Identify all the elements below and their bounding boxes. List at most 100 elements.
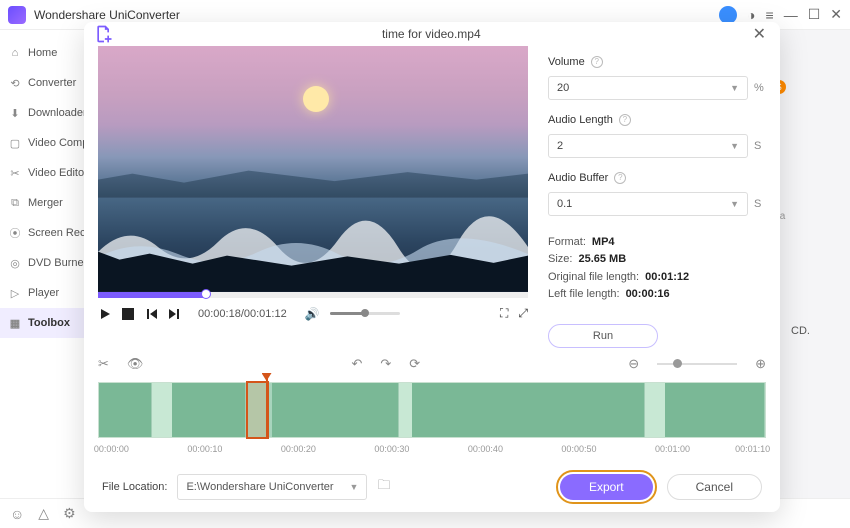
ruler-tick: 00:00:50: [561, 444, 596, 454]
sidebar-label: DVD Burner: [28, 257, 87, 269]
play-icon: ▷: [8, 287, 22, 300]
feedback-icon[interactable]: ☺: [10, 506, 24, 522]
size-label: Size:: [548, 253, 572, 265]
ruler-tick: 00:00:00: [94, 444, 129, 454]
modal-footer: File Location: E:\Wondershare UniConvert…: [98, 458, 766, 512]
volume-value: 20: [557, 82, 569, 94]
convert-icon: ⟲: [8, 77, 22, 90]
modal-header: time for video.mp4 ✕: [84, 22, 780, 46]
prev-frame-icon[interactable]: [144, 307, 158, 321]
audio-length-select[interactable]: 2▼: [548, 134, 748, 158]
headset-icon[interactable]: ◑: [747, 7, 755, 23]
open-folder-icon[interactable]: 🗀: [377, 476, 390, 498]
video-preview[interactable]: [98, 46, 528, 292]
minimize-icon[interactable]: —: [784, 7, 798, 23]
notification-icon[interactable]: △: [38, 505, 49, 522]
chevron-down-icon: ▼: [730, 141, 739, 151]
menu-icon[interactable]: ≡: [766, 7, 774, 23]
orig-len-label: Original file length:: [548, 271, 639, 283]
chevron-down-icon: ▼: [730, 199, 739, 209]
sidebar-label: Player: [28, 287, 59, 299]
refresh-icon[interactable]: ⟳: [409, 356, 420, 372]
ruler-tick: 00:00:10: [187, 444, 222, 454]
file-location-label: File Location:: [102, 481, 167, 493]
grid-icon: ▦: [8, 317, 22, 330]
file-location-select[interactable]: E:\Wondershare UniConverter ▼: [177, 474, 367, 500]
sidebar-label: Video Editor: [28, 167, 88, 179]
zoom-in-icon[interactable]: ⊕: [755, 356, 766, 372]
editor-modal: time for video.mp4 ✕: [84, 22, 780, 512]
fullscreen-icon[interactable]: ⤢: [518, 306, 528, 321]
help-icon[interactable]: ?: [619, 114, 631, 126]
zoom-slider[interactable]: [657, 363, 737, 365]
bg-cd-label: CD.: [791, 325, 810, 337]
sidebar-label: Downloader: [28, 107, 87, 119]
preview-artwork: [303, 86, 329, 112]
file-location-value: E:\Wondershare UniConverter: [186, 481, 333, 493]
ruler-tick: 00:00:20: [281, 444, 316, 454]
preview-artwork: [98, 168, 528, 198]
maximize-icon[interactable]: ☐: [808, 6, 821, 23]
app-title: Wondershare UniConverter: [34, 8, 709, 22]
audio-length-value: 2: [557, 140, 563, 152]
user-avatar-icon[interactable]: [719, 6, 737, 24]
ruler-tick: 00:01:00: [655, 444, 690, 454]
sidebar-label: Converter: [28, 77, 76, 89]
zoom-out-icon[interactable]: ⊖: [628, 356, 639, 372]
scissors-icon: ✂: [8, 167, 22, 180]
play-button-icon[interactable]: [98, 307, 112, 321]
help-icon[interactable]: ?: [591, 56, 603, 68]
home-icon: ⌂: [8, 47, 22, 59]
sidebar-label: Home: [28, 47, 57, 59]
cut-icon[interactable]: ✂: [98, 356, 109, 372]
ruler-tick: 00:00:30: [374, 444, 409, 454]
audio-buffer-value: 0.1: [557, 198, 572, 210]
volume-icon[interactable]: 🔊: [305, 307, 320, 321]
audio-buffer-select[interactable]: 0.1 ▼: [548, 192, 748, 216]
timeline-ruler: 00:00:00 00:00:10 00:00:20 00:00:30 00:0…: [98, 444, 766, 458]
size-value: 25.65 MB: [578, 253, 626, 265]
snapshot-icon[interactable]: ⛶: [500, 306, 508, 321]
compress-icon: ▢: [8, 137, 22, 150]
export-highlight: Export: [556, 470, 657, 504]
time-display: 00:00:18/00:01:12: [198, 308, 287, 320]
chevron-down-icon: ▼: [730, 83, 739, 93]
volume-label: Volume: [548, 56, 585, 68]
volume-slider[interactable]: [330, 312, 400, 315]
settings-gear-icon[interactable]: ⚙: [63, 505, 76, 522]
timeline-playhead[interactable]: [266, 377, 268, 437]
preview-column: 00:00:18/00:01:12 🔊 ⛶ ⤢: [98, 46, 528, 348]
sidebar-label: Merger: [28, 197, 63, 209]
disc-icon: ◎: [8, 257, 22, 270]
audio-length-label: Audio Length: [548, 114, 613, 126]
chevron-down-icon: ▼: [350, 482, 359, 492]
timeline[interactable]: [98, 382, 766, 438]
seek-bar[interactable]: [98, 292, 528, 298]
add-file-icon[interactable]: [94, 24, 114, 44]
playback-controls: 00:00:18/00:01:12 🔊 ⛶ ⤢: [98, 298, 528, 330]
eye-icon[interactable]: 👁: [127, 356, 144, 372]
settings-panel: Volume? 20▼ % Audio Length? 2▼ S Audio B…: [548, 46, 766, 348]
format-label: Format:: [548, 236, 586, 248]
next-frame-icon[interactable]: [168, 307, 182, 321]
audio-buffer-label: Audio Buffer: [548, 172, 608, 184]
help-icon[interactable]: ?: [614, 172, 626, 184]
orig-len-value: 00:01:12: [645, 271, 689, 283]
redo-icon[interactable]: ↷: [380, 356, 391, 372]
close-icon[interactable]: ✕: [749, 24, 770, 44]
modal-title: time for video.mp4: [114, 27, 749, 41]
app-logo-icon: [8, 6, 26, 24]
export-button[interactable]: Export: [560, 474, 653, 500]
left-len-value: 00:00:16: [626, 288, 670, 300]
sidebar-label: Toolbox: [28, 317, 70, 329]
volume-suffix: %: [754, 82, 766, 94]
audio-buffer-suffix: S: [754, 198, 766, 210]
download-icon: ⬇: [8, 107, 22, 120]
cancel-button[interactable]: Cancel: [667, 474, 762, 500]
run-button[interactable]: Run: [548, 324, 658, 348]
stop-button-icon[interactable]: [122, 308, 134, 320]
undo-icon[interactable]: ↶: [351, 356, 362, 372]
seek-thumb[interactable]: [201, 289, 211, 299]
volume-select[interactable]: 20 ▼: [548, 76, 748, 100]
close-window-icon[interactable]: ✕: [830, 6, 842, 23]
